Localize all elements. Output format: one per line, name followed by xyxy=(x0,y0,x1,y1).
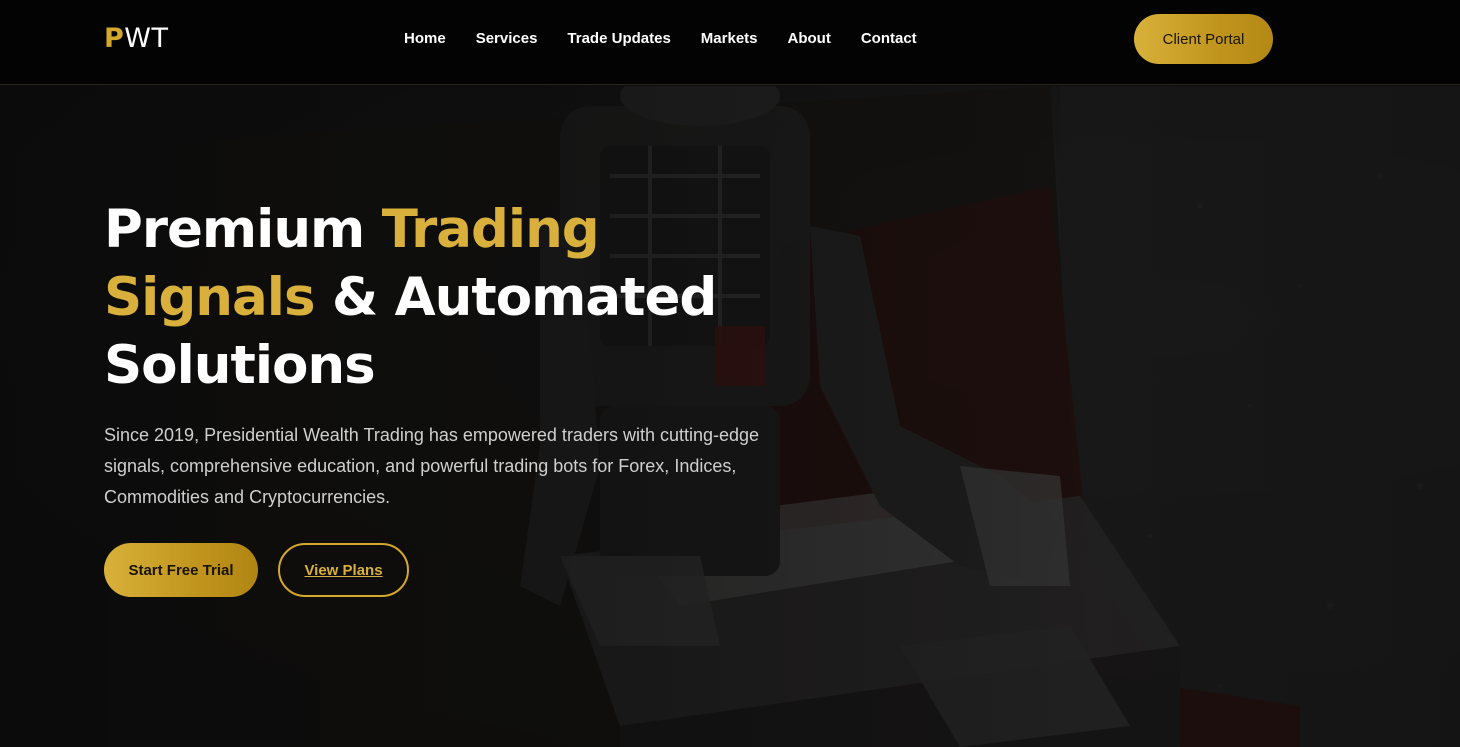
nav-services[interactable]: Services xyxy=(476,29,538,49)
hero-section: Premium Trading Signals & Automated Solu… xyxy=(0,86,1460,747)
nav-home[interactable]: Home xyxy=(404,29,446,49)
hero-title: Premium Trading Signals & Automated Solu… xyxy=(104,196,784,400)
nav-trade-updates[interactable]: Trade Updates xyxy=(567,29,670,49)
logo[interactable]: PWT xyxy=(104,24,169,54)
site-header: PWT Home Services Trade Updates Markets … xyxy=(0,0,1460,85)
logo-text: WT xyxy=(124,23,169,54)
hero-title-part1: Premium xyxy=(104,199,382,260)
hero-content: Premium Trading Signals & Automated Solu… xyxy=(104,196,784,597)
nav-markets[interactable]: Markets xyxy=(701,29,758,49)
nav-contact[interactable]: Contact xyxy=(861,29,917,49)
view-plans-button[interactable]: View Plans xyxy=(278,543,409,597)
start-free-trial-button[interactable]: Start Free Trial xyxy=(104,543,258,597)
main-nav: Home Services Trade Updates Markets Abou… xyxy=(404,29,917,49)
nav-about[interactable]: About xyxy=(788,29,831,49)
client-portal-button[interactable]: Client Portal xyxy=(1134,14,1273,64)
page: PWT Home Services Trade Updates Markets … xyxy=(0,0,1460,747)
hero-description: Since 2019, Presidential Wealth Trading … xyxy=(104,425,760,507)
logo-initial: P xyxy=(104,23,125,54)
hero-actions: Start Free Trial View Plans xyxy=(104,543,784,597)
